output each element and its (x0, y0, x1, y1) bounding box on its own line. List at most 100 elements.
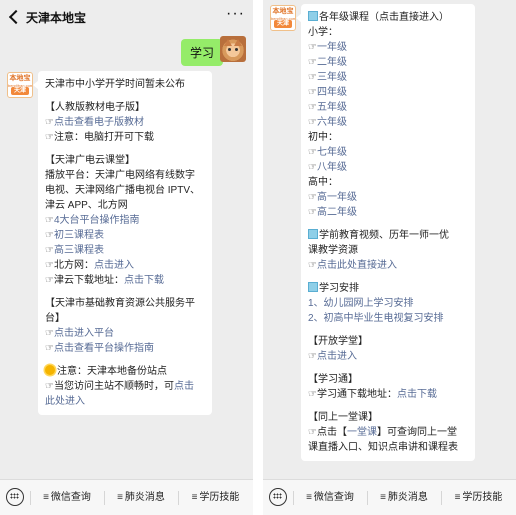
link-text[interactable]: 三年级 (317, 72, 347, 83)
message-line: 学习安排 (308, 281, 468, 296)
line-text: 各年级课程（点击直接进入） (319, 12, 449, 23)
link-text[interactable]: 点击进入平台 (54, 328, 114, 339)
line-text: 台】 (45, 313, 65, 324)
back-arrow-icon[interactable] (8, 8, 22, 26)
bot-avatar-logo[interactable]: 本地宝 bendibao.com 天津 (7, 72, 33, 98)
link-text[interactable]: 七年级 (317, 147, 347, 158)
link-text[interactable]: 一堂课 (347, 427, 377, 438)
pointing-hand-icon: ☞ (308, 147, 317, 158)
link-line[interactable]: ☞高二年级 (308, 205, 468, 220)
link-line[interactable]: ☞点击此处直接进入 (308, 258, 468, 273)
message-line: 【天津市基础教育资源公共服务平 (45, 296, 205, 311)
line-label: 点击【 (316, 427, 347, 438)
menu-item-pneumonia-news[interactable]: ≡ 肺炎消息 (104, 480, 178, 515)
link-line[interactable]: 2、初高中毕业生电视复习安排 (308, 311, 468, 326)
link-line[interactable]: ☞点击进入平台 (45, 326, 205, 341)
link-text[interactable]: 点击查看电子版教材 (54, 117, 144, 128)
link-text[interactable]: 4大台平台操作指南 (54, 215, 140, 226)
more-dots-icon[interactable]: ··· (226, 6, 245, 22)
line-label: 北方网： (53, 260, 94, 271)
message-line: 课直播入口、知识点串讲和课程表 (308, 440, 468, 455)
line-text: 小学： (308, 27, 338, 38)
link-text[interactable]: 点击此处直接进入 (317, 260, 397, 271)
line-text: 课直播入口、知识点串讲和课程表 (308, 442, 458, 453)
link-text[interactable]: 二年级 (317, 57, 347, 68)
link-text[interactable]: 此处进入 (45, 396, 85, 407)
menu-item-wechat-query[interactable]: ≡ 微信查询 (293, 480, 367, 515)
pointing-hand-icon: ☞ (308, 207, 317, 218)
link-text[interactable]: 四年级 (317, 87, 347, 98)
bot-avatar-logo[interactable]: 本地宝 bendibao.com 天津 (270, 5, 296, 31)
link-text[interactable]: 初三课程表 (54, 230, 104, 241)
pointing-hand-icon: ☞ (45, 381, 54, 392)
link-text[interactable]: 点击进入 (94, 260, 134, 271)
link-line[interactable]: 1、幼儿园网上学习安排 (308, 296, 468, 311)
menu-item-pneumonia-news[interactable]: ≡ 肺炎消息 (367, 480, 441, 515)
message-line: 【同上一堂课】 (308, 410, 468, 425)
link-text[interactable]: 高二年级 (317, 207, 357, 218)
blue-square-icon (308, 229, 318, 239)
line-text: 【人教版教材电子版】 (45, 102, 145, 113)
pointing-hand-icon: ☞ (308, 117, 317, 128)
link-line[interactable]: ☞五年级 (308, 100, 468, 115)
link-line[interactable]: ☞点击查看平台操作指南 (45, 341, 205, 356)
link-line[interactable]: ☞4大台平台操作指南 (45, 213, 205, 228)
link-line[interactable]: ☞点击进入 (308, 349, 468, 364)
pointing-hand-icon: ☞ (45, 230, 54, 241)
sun-icon (45, 365, 55, 375)
pointing-hand-icon: ☞ (45, 275, 54, 286)
message-line: 学前教育视频、历年一师一优 (308, 228, 468, 243)
link-text[interactable]: 高一年级 (317, 192, 357, 203)
message-line: 电视、天津网络广播电视台 IPTV、 (45, 183, 205, 198)
link-line[interactable]: ☞三年级 (308, 70, 468, 85)
link-line[interactable]: 此处进入 (45, 394, 205, 409)
link-line[interactable]: ☞六年级 (308, 115, 468, 130)
link-line[interactable]: ☞点击查看电子版教材 (45, 115, 205, 130)
link-text[interactable]: 点击查看平台操作指南 (54, 343, 154, 354)
bot-message-bubble: 天津市中小学开学时间暂未公布 【人教版教材电子版】 ☞点击查看电子版教材 ☞注意：电脑… (33, 71, 212, 415)
link-text[interactable]: 2、初高中毕业生电视复习安排 (308, 313, 444, 324)
link-line[interactable]: ☞一年级 (308, 40, 468, 55)
message-line: 各年级课程（点击直接进入） (308, 10, 468, 25)
message-line: 初中： (308, 130, 468, 145)
chat-title: 天津本地宝 (26, 11, 87, 25)
message-line: 津云 APP、北方网 (45, 198, 205, 213)
link-text[interactable]: 八年级 (317, 162, 347, 173)
line-text: 课教学资源 (308, 245, 358, 256)
menu-item-education-skills[interactable]: ≡ 学历技能 (441, 480, 516, 515)
pointing-hand-icon: ☞ (308, 389, 317, 400)
link-text[interactable]: 点击下载 (397, 389, 437, 400)
menu-item-wechat-query[interactable]: ≡ 微信查询 (30, 480, 104, 515)
message-line: 课教学资源 (308, 243, 468, 258)
link-line[interactable]: ☞初三课程表 (45, 228, 205, 243)
link-text[interactable]: 六年级 (317, 117, 347, 128)
keyboard-icon[interactable] (269, 488, 287, 506)
link-text[interactable]: 一年级 (317, 42, 347, 53)
link-text[interactable]: 点击下载 (124, 275, 164, 286)
link-line[interactable]: ☞八年级 (308, 160, 468, 175)
link-text[interactable]: 五年级 (317, 102, 347, 113)
pointing-hand-icon: ☞ (308, 87, 317, 98)
link-text[interactable]: 点击 (174, 381, 194, 392)
link-line[interactable]: ☞高三课程表 (45, 243, 205, 258)
keyboard-icon[interactable] (6, 488, 24, 506)
message-line: 播放平台：天津广电网络有线数字 (45, 168, 205, 183)
line-text: 学前教育视频、历年一师一优 (319, 230, 449, 241)
link-text[interactable]: 高三课程表 (54, 245, 104, 256)
link-text[interactable]: 1、幼儿园网上学习安排 (308, 298, 414, 309)
line-text: 【天津市基础教育资源公共服务平 (45, 298, 195, 309)
menu-item-education-skills[interactable]: ≡ 学历技能 (178, 480, 253, 515)
line-text: 【学习通】 (308, 374, 358, 385)
user-avatar[interactable] (220, 36, 246, 62)
link-line[interactable]: ☞四年级 (308, 85, 468, 100)
link-line[interactable]: ☞二年级 (308, 55, 468, 70)
link-line[interactable]: ☞七年级 (308, 145, 468, 160)
line-text: 学习安排 (319, 283, 359, 294)
link-text[interactable]: 点击进入 (317, 351, 357, 362)
link-line[interactable]: ☞高一年级 (308, 190, 468, 205)
